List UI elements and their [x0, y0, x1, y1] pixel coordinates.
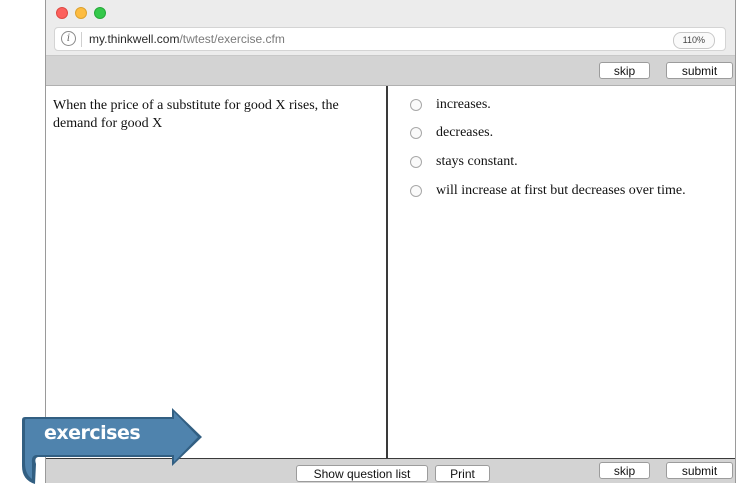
radio-button[interactable]: [410, 99, 422, 111]
answer-label: stays constant.: [436, 154, 518, 169]
answer-label: will increase at first but decreases ove…: [436, 183, 686, 198]
zoom-window-button[interactable]: [94, 7, 106, 19]
url-path: /twtest/exercise.cfm: [179, 32, 285, 46]
question-text: When the price of a substitute for good …: [53, 98, 339, 131]
info-icon[interactable]: i: [61, 31, 76, 46]
minimize-window-button[interactable]: [75, 7, 87, 19]
radio-button[interactable]: [410, 127, 422, 139]
pane-divider[interactable]: [386, 86, 388, 458]
skip-button-top[interactable]: skip: [599, 62, 650, 79]
submit-button-bottom[interactable]: submit: [666, 462, 733, 479]
url-host: my.thinkwell.com: [89, 32, 180, 46]
show-question-list-button[interactable]: Show question list: [296, 465, 428, 482]
submit-button-top[interactable]: submit: [666, 62, 733, 79]
answer-label: increases.: [436, 97, 491, 112]
address-url[interactable]: my.thinkwell.com/twtest/exercise.cfm: [89, 32, 285, 46]
address-bar[interactable]: i my.thinkwell.com/twtest/exercise.cfm 1…: [54, 27, 726, 51]
radio-button[interactable]: [410, 185, 422, 197]
browser-titlebar: i my.thinkwell.com/twtest/exercise.cfm 1…: [46, 0, 735, 56]
radio-button[interactable]: [410, 156, 422, 168]
exercise-content: When the price of a substitute for good …: [46, 86, 735, 458]
banner-arrow-shape: [22, 408, 202, 484]
exercises-banner-label: exercises: [44, 422, 141, 444]
skip-button-bottom[interactable]: skip: [599, 462, 650, 479]
zoom-level-badge[interactable]: 110%: [672, 32, 715, 49]
exercises-banner: exercises: [22, 408, 202, 484]
top-toolbar: skip submit: [46, 56, 735, 86]
print-button[interactable]: Print: [435, 465, 490, 482]
address-separator: [81, 32, 82, 47]
answer-label: decreases.: [436, 125, 494, 140]
close-window-button[interactable]: [56, 7, 68, 19]
